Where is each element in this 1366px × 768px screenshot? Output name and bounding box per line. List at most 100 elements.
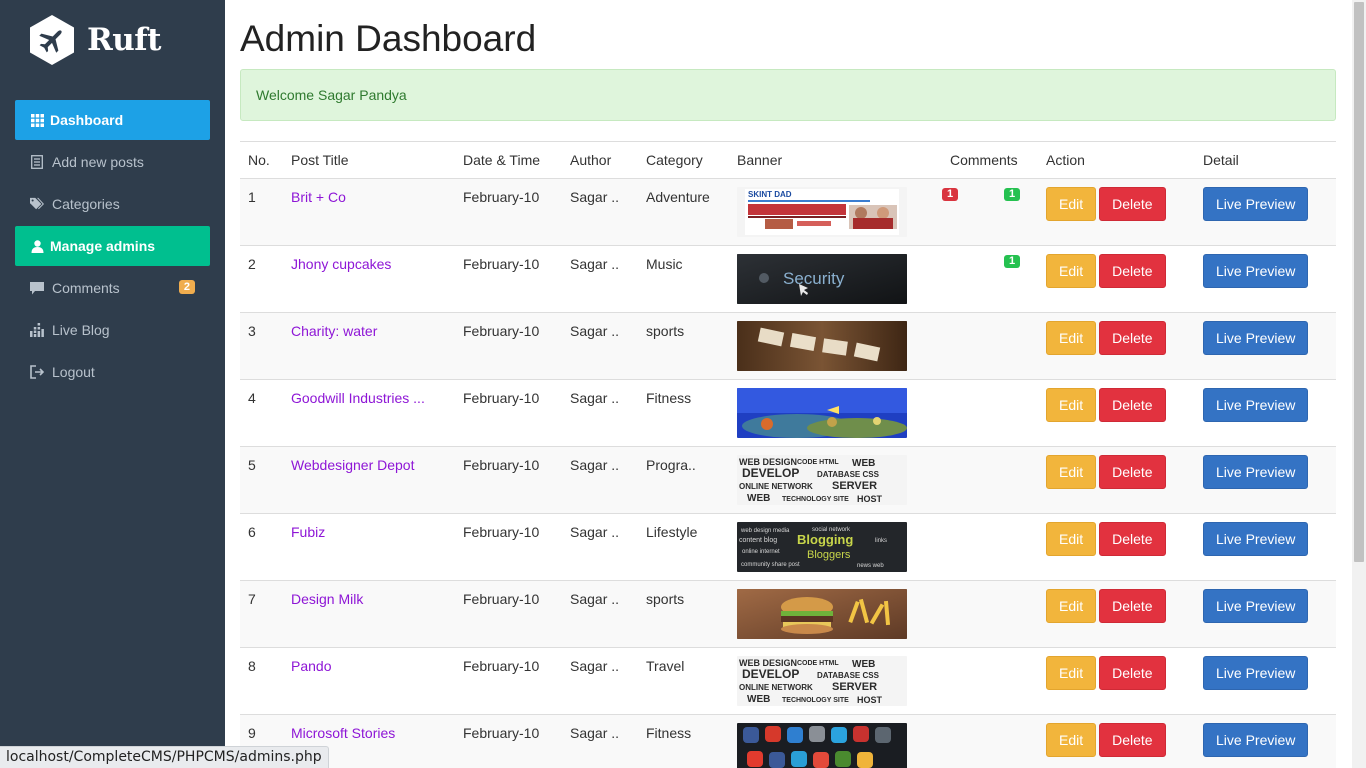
svg-text:TECHNOLOGY SITE: TECHNOLOGY SITE — [782, 697, 849, 704]
post-date: February-10 — [455, 379, 562, 447]
edit-button[interactable]: Edit — [1046, 254, 1097, 288]
post-title-link[interactable]: Goodwill Industries ... — [291, 390, 425, 406]
post-category: Fitness — [638, 714, 729, 768]
action-cell: Edit Delete — [1038, 178, 1195, 246]
chart-icon — [30, 323, 44, 337]
scrollbar-thumb[interactable] — [1354, 2, 1364, 562]
post-title-link[interactable]: Webdesigner Depot — [291, 457, 414, 473]
comments-cell — [942, 379, 1038, 447]
post-title-link[interactable]: Fubiz — [291, 524, 325, 540]
vertical-scrollbar[interactable] — [1352, 0, 1366, 768]
post-title-cell: Design Milk — [283, 580, 455, 648]
live-preview-button[interactable]: Live Preview — [1203, 723, 1309, 757]
row-number: 2 — [240, 245, 283, 313]
brand-logo[interactable]: Ruft — [29, 14, 161, 66]
sidebar-item-categories[interactable]: Categories — [15, 184, 210, 224]
action-cell: Edit Delete — [1038, 580, 1195, 648]
svg-text:TECHNOLOGY SITE: TECHNOLOGY SITE — [782, 496, 849, 503]
svg-text:ONLINE NETWORK: ONLINE NETWORK — [739, 683, 813, 692]
page-title: Admin Dashboard — [240, 18, 537, 59]
banner-cell — [729, 580, 942, 648]
post-title-cell: Jhony cupcakes — [283, 245, 455, 313]
sidebar-item-manage-admins[interactable]: Manage admins — [15, 226, 210, 266]
post-author: Sagar .. — [562, 580, 638, 648]
delete-button[interactable]: Delete — [1099, 656, 1166, 690]
live-preview-button[interactable]: Live Preview — [1203, 321, 1309, 355]
row-number: 7 — [240, 580, 283, 648]
action-cell: Edit Delete — [1038, 312, 1195, 380]
comments-cell — [942, 513, 1038, 581]
comments-count-badge: 2 — [178, 280, 195, 294]
edit-button[interactable]: Edit — [1046, 321, 1097, 355]
live-preview-button[interactable]: Live Preview — [1203, 187, 1309, 221]
table-row: 9 Microsoft Stories February-10 Sagar .. Fit… — [240, 714, 1336, 768]
sidebar-item-label: Manage admins — [50, 238, 156, 254]
detail-cell: Live Preview — [1195, 513, 1336, 581]
sidebar-item-live-blog[interactable]: Live Blog — [15, 310, 210, 350]
svg-text:WEB: WEB — [747, 493, 770, 504]
delete-button[interactable]: Delete — [1099, 455, 1166, 489]
comments-cell: 1 — [942, 245, 1038, 313]
action-cell: Edit Delete — [1038, 647, 1195, 715]
post-author: Sagar .. — [562, 379, 638, 447]
edit-button[interactable]: Edit — [1046, 723, 1097, 757]
svg-text:DATABASE CSS: DATABASE CSS — [817, 470, 880, 479]
edit-button[interactable]: Edit — [1046, 455, 1097, 489]
sidebar-item-logout[interactable]: Logout — [15, 352, 210, 392]
post-title-link[interactable]: Brit + Co — [291, 189, 346, 205]
post-banner-image: SKINT DAD — [737, 187, 907, 237]
delete-button[interactable]: Delete — [1099, 589, 1166, 623]
banner-cell: SKINT DAD — [729, 178, 942, 246]
post-title-link[interactable]: Pando — [291, 658, 331, 674]
column-header-post-title: Post Title — [283, 141, 455, 179]
delete-button[interactable]: Delete — [1099, 388, 1166, 422]
svg-text:online internet: online internet — [742, 549, 780, 555]
delete-button[interactable]: Delete — [1099, 723, 1166, 757]
delete-button[interactable]: Delete — [1099, 254, 1166, 288]
svg-text:SKINT DAD: SKINT DAD — [748, 190, 792, 199]
banner-cell — [729, 312, 942, 380]
row-number: 6 — [240, 513, 283, 581]
svg-text:Security: Security — [783, 269, 845, 288]
edit-button[interactable]: Edit — [1046, 522, 1097, 556]
edit-button[interactable]: Edit — [1046, 187, 1097, 221]
post-title-link[interactable]: Microsoft Stories — [291, 725, 395, 741]
post-title-link[interactable]: Charity: water — [291, 323, 377, 339]
svg-text:news web: news web — [857, 563, 884, 569]
sidebar: Ruft Dashboard Add new posts Categories … — [0, 0, 225, 768]
live-preview-button[interactable]: Live Preview — [1203, 589, 1309, 623]
sidebar-item-dashboard[interactable]: Dashboard — [15, 100, 210, 140]
delete-button[interactable]: Delete — [1099, 522, 1166, 556]
comments-cell — [942, 312, 1038, 380]
post-title-link[interactable]: Design Milk — [291, 591, 363, 607]
live-preview-button[interactable]: Live Preview — [1203, 455, 1309, 489]
live-preview-button[interactable]: Live Preview — [1203, 254, 1309, 288]
post-title-cell: Pando — [283, 647, 455, 715]
sidebar-item-label: Live Blog — [52, 322, 110, 338]
sidebar-item-add-new-posts[interactable]: Add new posts — [15, 142, 210, 182]
edit-button[interactable]: Edit — [1046, 589, 1097, 623]
action-cell: Edit Delete — [1038, 245, 1195, 313]
post-author: Sagar .. — [562, 446, 638, 514]
post-author: Sagar .. — [562, 312, 638, 380]
comments-cell — [942, 714, 1038, 768]
user-icon — [30, 239, 44, 253]
banner-cell — [729, 714, 942, 768]
live-preview-button[interactable]: Live Preview — [1203, 388, 1309, 422]
svg-text:SERVER: SERVER — [832, 681, 877, 693]
sidebar-item-label: Categories — [52, 196, 120, 212]
detail-cell: Live Preview — [1195, 178, 1336, 246]
live-preview-button[interactable]: Live Preview — [1203, 522, 1309, 556]
delete-button[interactable]: Delete — [1099, 321, 1166, 355]
post-date: February-10 — [455, 312, 562, 380]
svg-text:DATABASE CSS: DATABASE CSS — [817, 671, 880, 680]
airplane-logo-icon — [29, 14, 75, 66]
edit-button[interactable]: Edit — [1046, 388, 1097, 422]
post-author: Sagar .. — [562, 513, 638, 581]
detail-cell: Live Preview — [1195, 312, 1336, 380]
delete-button[interactable]: Delete — [1099, 187, 1166, 221]
edit-button[interactable]: Edit — [1046, 656, 1097, 690]
post-title-link[interactable]: Jhony cupcakes — [291, 256, 391, 272]
live-preview-button[interactable]: Live Preview — [1203, 656, 1309, 690]
sidebar-item-comments[interactable]: Comments 2 — [15, 268, 210, 308]
